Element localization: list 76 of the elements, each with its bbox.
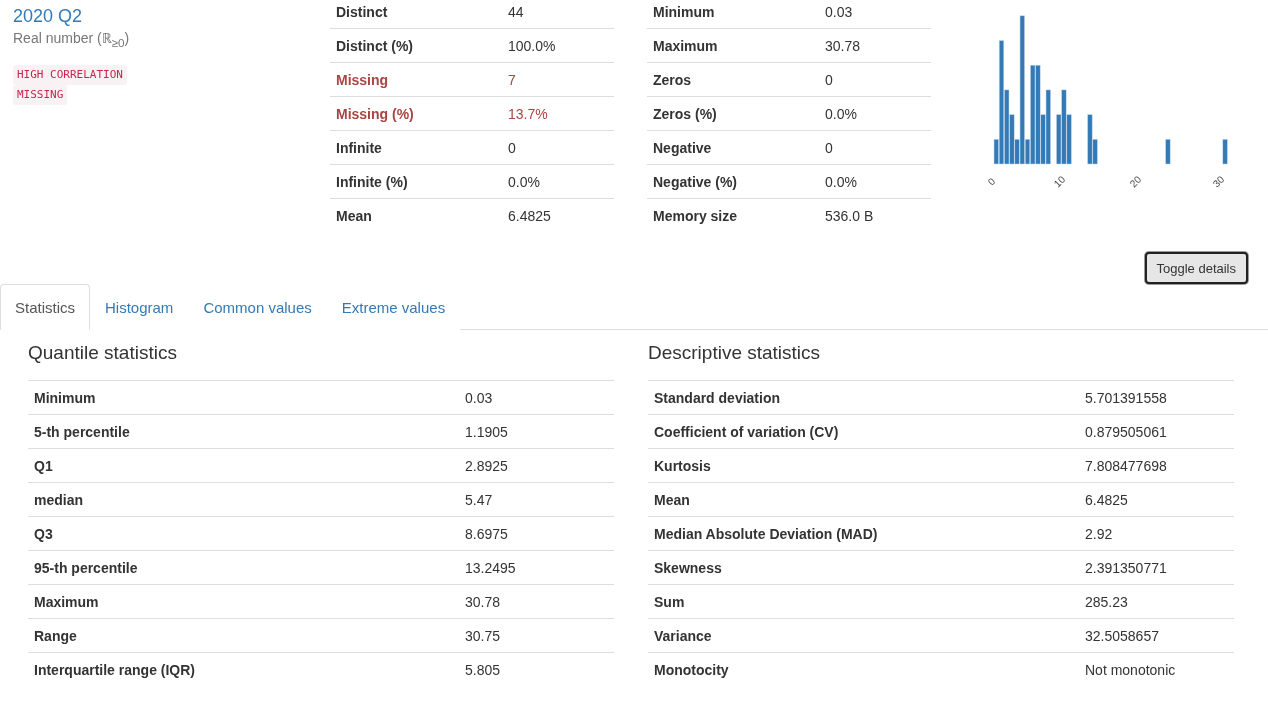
stat-value: 536.0 B [825,207,874,224]
stat-label: Distinct [336,3,389,20]
stat-value: 6.4825 [1085,491,1128,508]
stat-value: 0.0% [825,173,857,190]
stat-label: Zeros [653,71,693,88]
stat-label: Maximum [653,37,719,54]
stat-value: 30.78 [465,593,501,610]
stat-value: 1.1905 [465,423,508,440]
stat-label: Sum [654,593,686,610]
stat-value: 6.4825 [508,207,551,224]
stat-value: 8.6975 [465,525,508,542]
stat-value: 5.805 [465,661,501,678]
stat-value: 0.03 [465,389,493,406]
stat-label: Infinite (%) [336,173,409,190]
stat-label: Standard deviation [654,389,782,406]
warning-tag: MISSING [13,84,68,105]
stat-label: Mean [336,207,373,224]
stat-label: Distinct (%) [336,37,414,54]
axis-tick-label: 20 [1127,173,1144,190]
stat-value: 0 [825,139,833,156]
stat-value: 2.391350771 [1085,559,1167,576]
stat-value: 5.701391558 [1085,389,1167,406]
stat-value: 0.0% [825,105,857,122]
stat-label: Variance [654,627,713,644]
stat-value: 100.0% [508,37,556,54]
axis-tick-label: 0 [985,175,998,188]
stat-value: 32.5058657 [1085,627,1159,644]
stat-label: Minimum [653,3,716,20]
stat-value: 0.0% [508,173,540,190]
stat-label: 5-th percentile [34,423,131,440]
stat-value: 0.879505061 [1085,423,1167,440]
stat-label: Range [34,627,78,644]
stat-label: Negative [653,139,713,156]
variable-type: Real number (ℝ$_{≥0}$) [13,29,131,49]
stat-value: 30.78 [825,37,861,54]
stat-value: 7 [508,71,516,88]
stat-value: 2.92 [1085,525,1113,542]
stat-label: Kurtosis [654,457,712,474]
stat-value: 2.8925 [465,457,508,474]
tab[interactable]: Statistics [0,284,90,330]
stat-value: Not monotonic [1085,661,1176,678]
stat-label: Missing (%) [336,105,415,122]
stat-label: Missing [336,71,390,88]
stat-label: Q1 [34,457,54,474]
section-title: Quantile statistics [28,341,178,365]
warning-tag: HIGH CORRELATION [13,64,127,85]
stat-label: 95-th percentile [34,559,139,576]
stat-value: 5.47 [465,491,493,508]
stat-label: Memory size [653,207,739,224]
stat-value: 0 [825,71,833,88]
stat-label: Infinite [336,139,383,156]
stat-label: Mean [654,491,691,508]
stat-label: Negative (%) [653,173,739,190]
stat-label: Maximum [34,593,100,610]
stat-value: 30.75 [465,627,501,644]
stat-value: 13.7% [508,105,548,122]
stat-value: 44 [508,3,524,20]
stat-label: Skewness [654,559,723,576]
stat-label: Interquartile range (IQR) [34,661,197,678]
toggle-details-button[interactable]: Toggle details [1144,252,1248,284]
stat-value: 0 [508,139,516,156]
stat-label: Median Absolute Deviation (MAD) [654,525,879,542]
stat-label: Minimum [34,389,97,406]
stat-value: 7.808477698 [1085,457,1167,474]
stat-label: Coefficient of variation (CV) [654,423,840,440]
stat-label: Monotocity [654,661,730,678]
stat-label: Zeros (%) [653,105,718,122]
stat-value: 285.23 [1085,593,1128,610]
section-title: Descriptive statistics [648,341,822,365]
axis-tick-label: 10 [1051,173,1068,190]
stat-value: 13.2495 [465,559,516,576]
axis-tick-label: 30 [1210,173,1227,190]
variable-name: 2020 Q2 [13,5,84,28]
stat-value: 0.03 [825,3,853,20]
stat-label: median [34,491,84,508]
stat-label: Q3 [34,525,54,542]
